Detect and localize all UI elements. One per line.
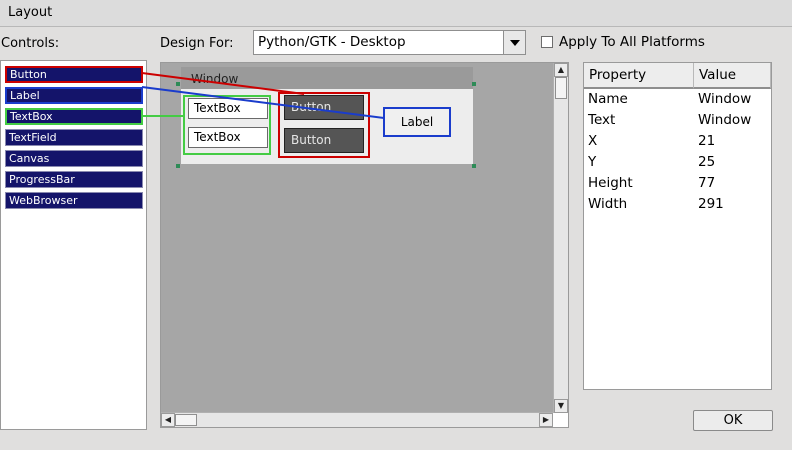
property-value[interactable]: 21	[698, 133, 715, 149]
property-name: Y	[588, 154, 597, 170]
label-connector-line	[141, 86, 385, 119]
property-name: X	[588, 133, 598, 149]
property-value[interactable]: Window	[698, 112, 751, 128]
property-name: Text	[588, 112, 616, 128]
property-value[interactable]: 25	[698, 154, 715, 170]
property-name: Height	[588, 175, 633, 191]
property-value[interactable]: 77	[698, 175, 715, 191]
property-name: Name	[588, 91, 628, 107]
property-value[interactable]: 291	[698, 196, 724, 212]
property-name: Width	[588, 196, 628, 212]
column-header-value[interactable]: Value	[694, 63, 771, 89]
ok-button[interactable]: OK	[693, 410, 773, 431]
column-header-property[interactable]: Property	[584, 63, 694, 89]
property-value[interactable]: Window	[698, 91, 751, 107]
properties-table: Property Value Name Window Text Window X…	[583, 62, 772, 390]
